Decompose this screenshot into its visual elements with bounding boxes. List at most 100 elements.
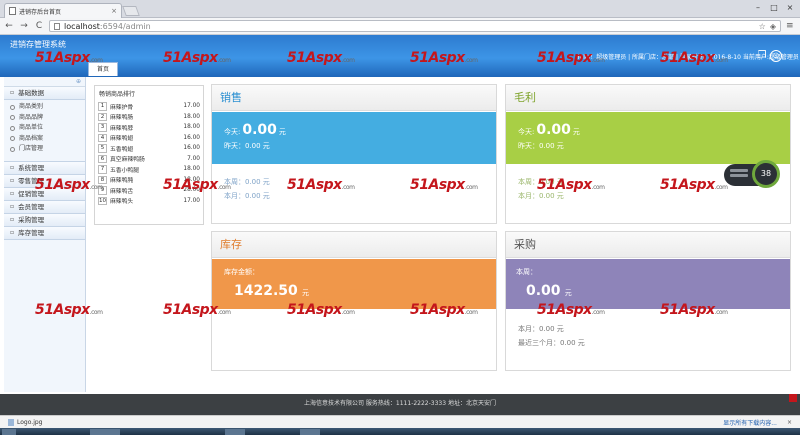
watermark-suffix: .com xyxy=(464,57,478,64)
os-taskbar xyxy=(0,428,800,435)
watermark-text: 51Aspx xyxy=(537,177,592,193)
star-icon[interactable]: ☆ xyxy=(759,22,766,31)
bestseller-ranking: 畅销商品排行 1 麻辣护骨 17.00 2 麻辣鸭肠 18.00 3 麻辣鸭脖 18.00 4 麻辣… xyxy=(94,85,204,225)
purchase-week: 0.00 元 xyxy=(524,283,572,299)
taskbar-item[interactable] xyxy=(300,429,320,435)
download-item[interactable]: Logo.jpg xyxy=(8,418,43,426)
url-input[interactable]: localhost:6594/admin ☆ ◈ xyxy=(49,20,781,32)
start-button[interactable] xyxy=(2,429,16,435)
watermark: 51Aspx.com xyxy=(35,50,103,66)
watermark-suffix: .com xyxy=(714,57,728,64)
watermark-suffix: .com xyxy=(591,57,605,64)
browser-tab-title: 进销存后台首页 xyxy=(19,8,62,16)
sales-today: 今天: 0.00 元 xyxy=(224,122,286,138)
watermark: 51Aspx.com xyxy=(163,50,231,66)
reload-button[interactable]: C xyxy=(34,21,44,31)
watermark-text: 51Aspx xyxy=(287,177,342,193)
product-name: 麻辣鸭脖 xyxy=(110,125,134,132)
stock-amount-label: 库存金额： xyxy=(224,268,259,276)
product-name: 真空麻辣鸭肠 xyxy=(110,157,145,164)
sidebar-group-member[interactable]: ▫ 会员管理 xyxy=(4,200,85,214)
rank-number: 5 xyxy=(98,144,107,153)
sidebar-item[interactable]: 商品档案 xyxy=(4,134,85,145)
watermark-text: 51Aspx xyxy=(410,177,465,193)
expand-icon: ▫ xyxy=(10,176,15,184)
taskbar-item[interactable] xyxy=(90,429,120,435)
taskbar-item[interactable] xyxy=(225,429,245,435)
sidebar-item-label: 商品类别 xyxy=(19,103,44,111)
sidebar-group-purchase[interactable]: ▫ 采购管理 xyxy=(4,213,85,227)
sidebar-collapse-icon[interactable]: ⊕ xyxy=(4,77,85,87)
forward-button[interactable]: → xyxy=(19,21,29,31)
back-button[interactable]: ← xyxy=(4,21,14,31)
profit-today: 今天: 0.00 元 xyxy=(518,122,580,138)
show-all-downloads-link[interactable]: 显示所有下载内容... xyxy=(723,418,777,427)
product-value: 18.00 xyxy=(183,113,200,120)
sidebar-group-system[interactable]: ▫ 系统管理 xyxy=(4,161,85,175)
product-value: 18.00 xyxy=(183,166,200,173)
product-value: 7.00 xyxy=(187,155,200,162)
watermark-text: 51Aspx xyxy=(410,302,465,318)
product-value: 16.00 xyxy=(183,134,200,141)
close-icon[interactable]: × xyxy=(787,419,792,426)
watermark-text: 51Aspx xyxy=(660,177,715,193)
shield-icon[interactable]: ◈ xyxy=(770,22,776,31)
sidebar-group-inventory[interactable]: ▫ 库存管理 xyxy=(4,226,85,240)
menu-icon[interactable]: ≡ xyxy=(786,21,796,31)
new-tab-button[interactable] xyxy=(122,6,140,16)
url-host: localhost xyxy=(64,21,100,31)
purchase-quarter: 最近三个月：0.00 元 xyxy=(518,339,585,347)
bullet-icon xyxy=(10,104,15,110)
watermark: 51Aspx.com xyxy=(660,177,728,193)
watermark-text: 51Aspx xyxy=(660,302,715,318)
watermark-suffix: .com xyxy=(714,309,728,316)
sidebar-group-basic[interactable]: ▫ 基础数据 xyxy=(4,87,85,100)
rank-number: 6 xyxy=(98,154,107,163)
watermark-suffix: .com xyxy=(591,184,605,191)
minimize-button[interactable]: – xyxy=(752,3,764,12)
sidebar-item[interactable]: 商品类别 xyxy=(4,102,85,113)
speed-gauge-widget[interactable]: 38 xyxy=(724,160,780,188)
close-icon[interactable]: × xyxy=(111,7,117,15)
expand-icon: ▫ xyxy=(10,228,15,236)
rank-number: 10 xyxy=(98,196,107,205)
sales-month: 本月：0.00 元 xyxy=(224,192,270,200)
watermark-text: 51Aspx xyxy=(660,50,715,66)
window-controls: – □ × xyxy=(752,3,796,12)
watermark-text: 51Aspx xyxy=(163,302,218,318)
sidebar-item[interactable]: 商品品牌 xyxy=(4,113,85,124)
watermark-text: 51Aspx xyxy=(537,50,592,66)
sidebar-item-label: 门店管理 xyxy=(19,145,44,153)
footer-text: 上海信意技术有限公司 服务热线：1111-2222-3333 地址：北京天安门 xyxy=(304,400,496,407)
image-file-icon xyxy=(8,418,14,426)
browser-tab[interactable]: 进销存后台首页 × xyxy=(4,3,122,18)
stock-amount-value: 1422.50 xyxy=(234,283,298,299)
unit: 元 xyxy=(278,128,286,136)
address-toolbar: ← → C localhost:6594/admin ☆ ◈ ≡ xyxy=(0,18,800,35)
product-value: 17.00 xyxy=(183,197,200,204)
watermark-text: 51Aspx xyxy=(537,302,592,318)
unit: 元 xyxy=(564,289,572,297)
gauge-value: 38 xyxy=(752,160,780,188)
watermark: 51Aspx.com xyxy=(410,50,478,66)
close-window-button[interactable]: × xyxy=(784,3,796,12)
sidebar-item[interactable]: 门店管理 xyxy=(4,144,85,155)
download-filename: Logo.jpg xyxy=(17,418,43,426)
product-name: 五香鸭翅 xyxy=(110,146,134,153)
sidebar-item-label: 商品档案 xyxy=(19,134,44,142)
profit-band: 今天: 0.00 元 昨天：0.00 元 38 xyxy=(506,112,790,188)
omnibox-actions: ☆ ◈ xyxy=(759,22,776,31)
ranking-row: 6 真空麻辣鸭肠 7.00 xyxy=(98,154,200,165)
sidebar-item-label: 商品单位 xyxy=(19,124,44,132)
sidebar-group-label: 系统管理 xyxy=(18,163,45,172)
sidebar-item[interactable]: 商品单位 xyxy=(4,123,85,134)
ranking-row: 4 麻辣鸭翅 16.00 xyxy=(98,133,200,144)
watermark: 51Aspx.com xyxy=(163,302,231,318)
purchase-card: 采购 本周： 0.00 元 本月：0.00 元 最近三个月：0.00 元 xyxy=(505,231,791,371)
profit-yesterday: 昨天：0.00 元 xyxy=(518,142,564,150)
sidebar-item-label: 商品品牌 xyxy=(19,113,44,121)
watermark: 51Aspx.com xyxy=(163,177,231,193)
ranking-row: 1 麻辣护骨 17.00 xyxy=(98,101,200,112)
maximize-button[interactable]: □ xyxy=(768,3,780,12)
page-icon xyxy=(54,22,60,30)
